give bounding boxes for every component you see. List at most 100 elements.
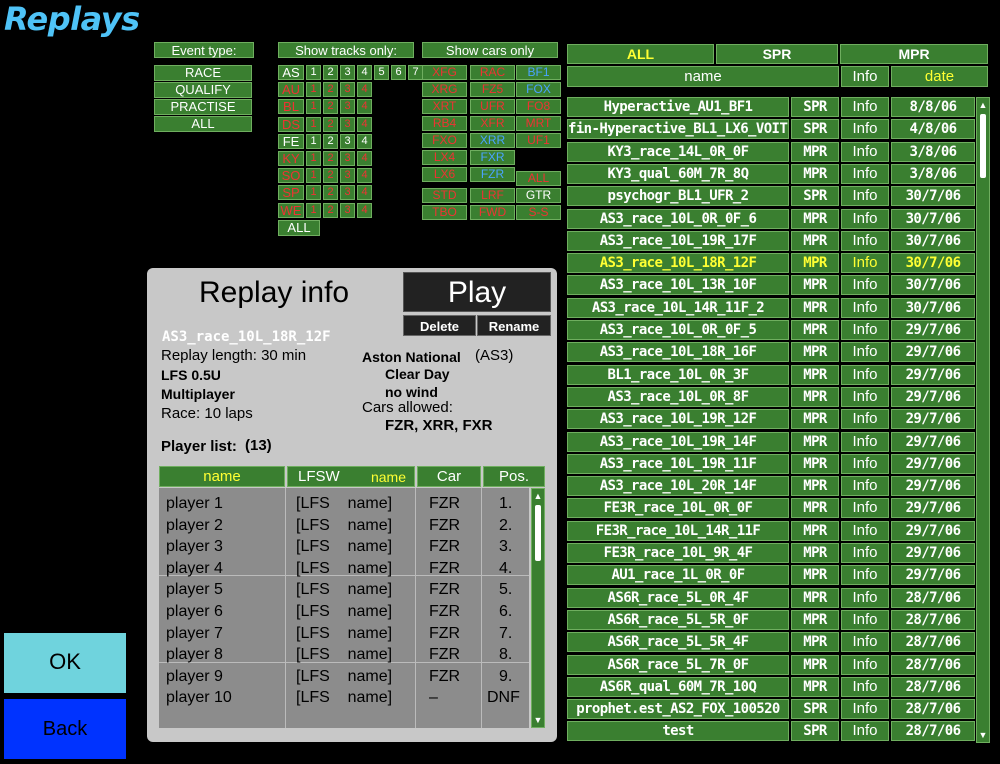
list-col-header-date[interactable]: date <box>891 66 988 87</box>
track-config-button[interactable]: 3 <box>340 202 355 218</box>
replay-info-button[interactable]: Info <box>841 342 889 363</box>
replay-info-button[interactable]: Info <box>841 654 889 675</box>
replay-info-button[interactable]: Info <box>841 498 889 519</box>
replay-row[interactable]: AS6R_race_5L_5R_0F MPR Info 28/7/06 <box>567 609 975 631</box>
car-filter-all[interactable]: ALL <box>516 171 561 186</box>
col-header-pos[interactable]: Pos. <box>483 466 545 487</box>
track-config-button[interactable]: 3 <box>340 116 355 132</box>
replay-row[interactable]: psychogr_BL1_UFR_2 SPR Info 30/7/06 <box>567 186 975 207</box>
replay-info-button[interactable]: Info <box>841 97 889 117</box>
car-filter-uf1[interactable]: UF1 <box>516 133 561 148</box>
ok-button[interactable]: OK <box>4 633 126 693</box>
replay-info-button[interactable]: Info <box>841 676 889 697</box>
track-button-sp[interactable]: SP <box>278 185 304 201</box>
track-config-button[interactable]: 1 <box>306 82 321 98</box>
car-filter-ufr[interactable]: UFR <box>470 99 515 114</box>
replay-info-button[interactable]: Info <box>841 119 889 140</box>
track-config-button[interactable]: 3 <box>340 133 355 149</box>
event-race-button[interactable]: RACE <box>154 65 252 81</box>
delete-button[interactable]: Delete <box>403 315 476 336</box>
player-row[interactable]: player 6 [LFS name] FZR 6. <box>159 602 529 624</box>
replay-row[interactable]: AS6R_race_5L_0R_4F MPR Info 28/7/06 <box>567 587 975 609</box>
player-row[interactable]: player 9 [LFS name] FZR 9. <box>159 667 529 689</box>
track-config-button[interactable]: 4 <box>357 168 372 184</box>
replay-row[interactable]: AS3_race_10L_19R_11F MPR Info 29/7/06 <box>567 453 975 475</box>
replay-row[interactable]: AS3_race_10L_14R_11F_2 MPR Info 30/7/06 <box>567 297 975 319</box>
replay-row[interactable]: AS3_race_10L_0R_8F MPR Info 29/7/06 <box>567 386 975 408</box>
track-config-button[interactable]: 6 <box>391 65 406 80</box>
replay-row[interactable]: FE3R_race_10L_9R_4F MPR Info 29/7/06 <box>567 543 975 564</box>
back-button[interactable]: Back <box>4 699 126 759</box>
player-row[interactable]: player 3 [LFS name] FZR 3. <box>159 537 529 559</box>
track-button-bl[interactable]: BL <box>278 99 304 115</box>
scroll-down-icon[interactable]: ▼ <box>978 730 988 740</box>
track-config-button[interactable]: 4 <box>357 82 372 98</box>
replay-info-button[interactable]: Info <box>841 587 889 608</box>
track-config-button[interactable]: 2 <box>323 82 338 98</box>
track-config-button[interactable]: 2 <box>323 99 338 115</box>
track-config-button[interactable]: 3 <box>340 65 355 80</box>
track-config-button[interactable]: 4 <box>357 99 372 115</box>
player-list-scrollbar[interactable]: ▲ ▼ <box>531 488 545 728</box>
track-button-ky[interactable]: KY <box>278 151 304 166</box>
car-filter-gtr[interactable]: GTR <box>516 188 561 203</box>
car-filter-fo8[interactable]: FO8 <box>516 99 561 114</box>
track-config-button[interactable]: 2 <box>323 168 338 184</box>
track-config-button[interactable]: 3 <box>340 151 355 166</box>
tab-all[interactable]: ALL <box>567 44 714 64</box>
replay-row[interactable]: AS3_race_10L_18R_16F MPR Info 29/7/06 <box>567 342 975 363</box>
track-config-button[interactable]: 1 <box>306 133 321 149</box>
scroll-thumb[interactable] <box>535 505 541 561</box>
replay-row[interactable]: AS3_race_10L_20R_14F MPR Info 29/7/06 <box>567 476 975 497</box>
car-filter-xrg[interactable]: XRG <box>422 82 467 97</box>
player-row[interactable]: player 10 [LFS name] – DNF <box>159 688 529 710</box>
replay-info-button[interactable]: Info <box>841 632 889 653</box>
car-filter-fzr[interactable]: FZR <box>470 167 515 182</box>
list-col-header-name[interactable]: name <box>567 66 839 87</box>
car-filter-bf1[interactable]: BF1 <box>516 65 561 80</box>
replay-info-button[interactable]: Info <box>841 253 889 274</box>
car-filter-tbo[interactable]: TBO <box>422 205 467 220</box>
replay-info-button[interactable]: Info <box>841 476 889 497</box>
car-filter-xrt[interactable]: XRT <box>422 99 467 114</box>
car-filter-lrf[interactable]: LRF <box>470 188 515 203</box>
track-config-button[interactable]: 4 <box>357 151 372 166</box>
track-config-button[interactable]: 1 <box>306 151 321 166</box>
track-button-ds[interactable]: DS <box>278 116 304 132</box>
car-filter-xfg[interactable]: XFG <box>422 65 467 80</box>
replay-info-button[interactable]: Info <box>841 543 889 563</box>
car-filter-fxo[interactable]: FXO <box>422 133 467 148</box>
player-row[interactable]: player 4 [LFS name] FZR 4. <box>159 559 529 581</box>
replay-info-button[interactable]: Info <box>841 520 889 541</box>
track-button-we[interactable]: WE <box>278 202 304 218</box>
replay-row[interactable]: fin-Hyperactive_BL1_LX6_VOITTAJASPRInfo4… <box>567 119 975 140</box>
car-filter-lx4[interactable]: LX4 <box>422 150 467 165</box>
replay-info-button[interactable]: Info <box>841 431 889 452</box>
car-filter-std[interactable]: STD <box>422 188 467 203</box>
track-config-button[interactable]: 2 <box>323 202 338 218</box>
replay-info-button[interactable]: Info <box>841 386 889 407</box>
list-col-header-info[interactable]: Info <box>841 66 889 87</box>
track-config-button[interactable]: 1 <box>306 168 321 184</box>
car-filter-lx6[interactable]: LX6 <box>422 167 467 182</box>
col-header-lfsw[interactable]: LFSW name <box>287 466 415 487</box>
replay-info-button[interactable]: Info <box>841 230 889 251</box>
replay-row[interactable]: AS3_race_10L_13R_10F MPR Info 30/7/06 <box>567 275 975 296</box>
replay-row[interactable]: AU1_race_1L_0R_0F MPR Info 29/7/06 <box>567 565 975 586</box>
track-config-button[interactable]: 5 <box>374 65 389 80</box>
track-config-button[interactable]: 1 <box>306 65 321 80</box>
replay-row[interactable]: AS6R_race_5L_5R_4F MPR Info 28/7/06 <box>567 632 975 653</box>
replay-info-button[interactable]: Info <box>841 297 889 318</box>
player-row[interactable]: player 1 [LFS name] FZR 1. <box>159 494 529 516</box>
replay-info-button[interactable]: Info <box>841 141 889 162</box>
car-filter-rb4[interactable]: RB4 <box>422 116 467 131</box>
col-header-car[interactable]: Car <box>417 466 481 487</box>
car-filter-fxr[interactable]: FXR <box>470 150 515 165</box>
replay-info-button[interactable]: Info <box>841 721 889 742</box>
track-button-as[interactable]: AS <box>278 65 304 80</box>
track-config-button[interactable]: 4 <box>357 65 372 80</box>
track-button-fe[interactable]: FE <box>278 133 304 149</box>
play-button[interactable]: Play <box>403 272 551 312</box>
car-filter-xfr[interactable]: XFR <box>470 116 515 131</box>
replay-info-button[interactable]: Info <box>841 163 889 184</box>
